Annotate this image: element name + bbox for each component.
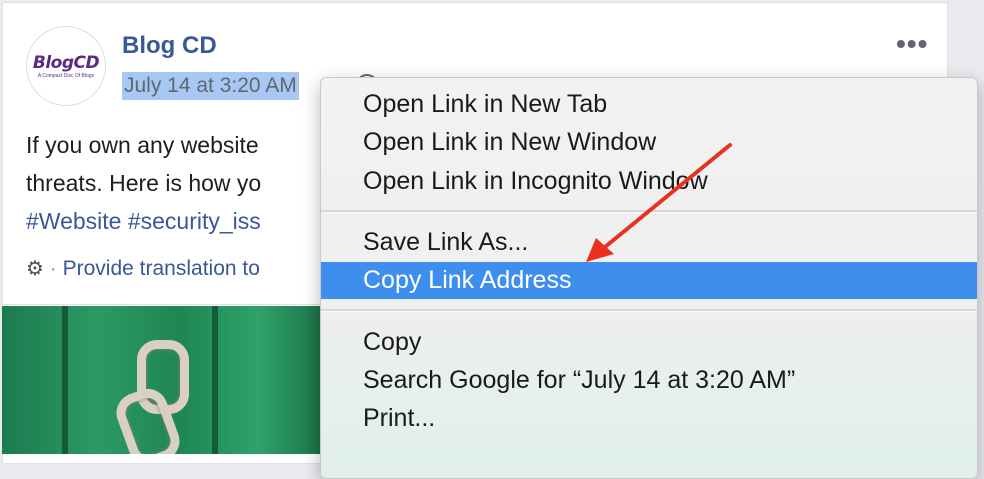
gear-icon[interactable]: ⚙ bbox=[26, 258, 44, 280]
fence-plank-gap bbox=[212, 306, 218, 454]
post-text-line: threats. Here is how yo bbox=[26, 170, 262, 196]
post-divider bbox=[2, 304, 332, 305]
menu-item-save-link-as[interactable]: Save Link As... bbox=[321, 224, 977, 261]
menu-item-open-incognito[interactable]: Open Link in Incognito Window bbox=[321, 163, 977, 200]
fence-plank-gap bbox=[62, 306, 68, 454]
translate-separator: · bbox=[49, 257, 57, 280]
post-body: If you own any website threats. Here is … bbox=[26, 126, 326, 240]
context-menu: Open Link in New Tab Open Link in New Wi… bbox=[320, 77, 978, 479]
menu-item-copy-link-address[interactable]: Copy Link Address bbox=[321, 262, 977, 299]
menu-separator bbox=[321, 210, 977, 213]
post-text-line: If you own any website bbox=[26, 132, 259, 158]
menu-item-search-google[interactable]: Search Google for “July 14 at 3:20 AM” bbox=[321, 362, 977, 399]
translation-row: ⚙ · Provide translation to bbox=[26, 256, 260, 281]
page-name-link[interactable]: Blog CD bbox=[122, 32, 217, 60]
post-timestamp-link[interactable]: July 14 at 3:20 AM bbox=[122, 72, 299, 100]
blogcd-logo: BlogCD bbox=[32, 52, 100, 73]
more-options-icon[interactable]: ••• bbox=[896, 28, 928, 60]
blogcd-tagline: A Compact Disc Of Blogs bbox=[37, 72, 95, 79]
provide-translation-link[interactable]: Provide translation to bbox=[63, 257, 260, 280]
post-image[interactable] bbox=[2, 306, 322, 454]
post-hashtags[interactable]: #Website #security_iss bbox=[26, 202, 326, 240]
menu-separator bbox=[321, 309, 977, 312]
page-avatar[interactable]: BlogCD A Compact Disc Of Blogs bbox=[26, 26, 106, 106]
menu-item-open-new-window[interactable]: Open Link in New Window bbox=[321, 124, 977, 161]
menu-item-open-new-tab[interactable]: Open Link in New Tab bbox=[321, 86, 977, 123]
menu-item-print[interactable]: Print... bbox=[321, 400, 977, 437]
menu-item-copy[interactable]: Copy bbox=[321, 324, 977, 361]
